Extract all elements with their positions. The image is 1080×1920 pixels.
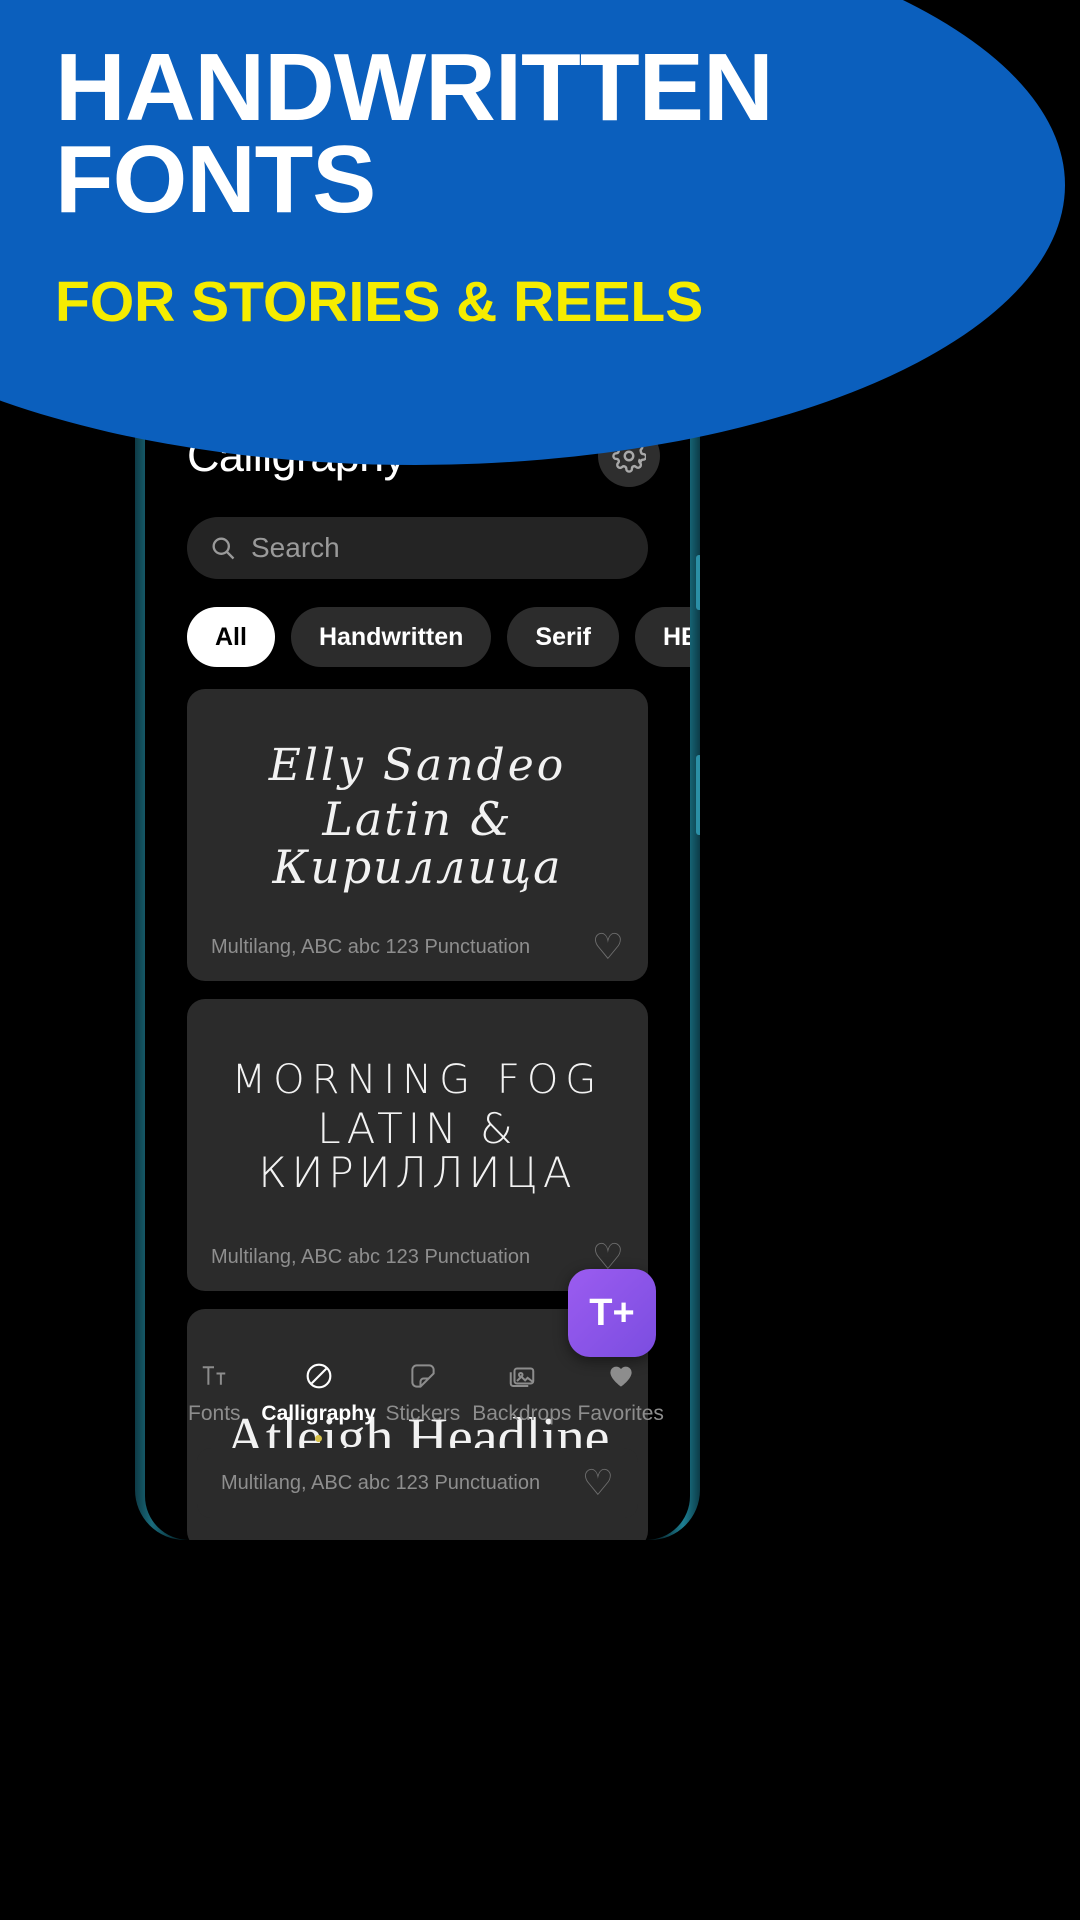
font-preview-line-1: MORNING FOG	[231, 1056, 604, 1103]
filter-chip-all[interactable]: All	[187, 607, 275, 667]
font-card-footer: Multilang, ABC abc 123 Punctuation ♡	[211, 929, 624, 965]
nav-item-backdrops[interactable]: Backdrops	[472, 1357, 571, 1426]
font-preview-line-2: LATIN & КИРИЛЛИЦА	[258, 1103, 577, 1197]
font-card-footer-partial: Multilang, ABC abc 123 Punctuation ♡	[197, 1448, 638, 1518]
nav-item-stickers[interactable]: Stickers	[374, 1357, 473, 1426]
search-icon	[212, 537, 235, 560]
banner-headline-line-1: HANDWRITTEN	[55, 34, 774, 141]
heart-filled-icon	[606, 1357, 636, 1395]
nav-label: Calligraphy	[261, 1402, 376, 1425]
nav-label: Fonts	[188, 1402, 241, 1425]
nav-item-favorites[interactable]: Favorites	[571, 1357, 670, 1426]
search-placeholder: Search	[251, 532, 340, 563]
font-preview-line-2: Latin & Кириллица	[272, 791, 563, 895]
promo-banner: HANDWRITTEN FONTS FOR STORIES & REELS	[0, 0, 1065, 465]
phone-screen: 87% Calligraphy Search	[145, 363, 690, 1540]
search-input[interactable]: Search	[187, 517, 648, 579]
nav-item-calligraphy[interactable]: Calligraphy	[261, 1357, 376, 1442]
phone-side-button-power[interactable]	[696, 755, 700, 835]
banner-subheadline: FOR STORIES & REELS	[55, 270, 704, 335]
phone-frame: 87% Calligraphy Search	[135, 355, 700, 1540]
filter-chip-headline[interactable]: HEADLINE	[635, 607, 690, 667]
images-icon	[507, 1357, 537, 1395]
phone-side-button-volume[interactable]	[696, 555, 700, 610]
favorite-heart-icon[interactable]: ♡	[592, 929, 624, 965]
calligraphy-pen-icon	[303, 1357, 335, 1395]
phone-mockup: 87% Calligraphy Search	[135, 355, 700, 1540]
nav-label: Stickers	[385, 1402, 461, 1425]
banner-headline-line-2: FONTS	[55, 126, 376, 234]
active-indicator-dot	[315, 1435, 323, 1442]
text-format-icon	[199, 1357, 229, 1395]
font-card[interactable]: MORNING FOG LATIN & КИРИЛЛИЦА Multilang,…	[187, 999, 648, 1291]
font-card[interactable]: Elly Sandeo Latin & Кириллица Multilang,…	[187, 689, 648, 981]
nav-item-fonts[interactable]: Fonts	[165, 1357, 264, 1426]
sticker-icon	[408, 1357, 438, 1395]
nav-label: Backdrops	[472, 1402, 572, 1425]
nav-label: Favorites	[577, 1402, 664, 1425]
font-card-caption: Multilang, ABC abc 123 Punctuation	[211, 1245, 531, 1268]
font-preview: MORNING FOG LATIN & КИРИЛЛИЦА	[211, 1033, 624, 1221]
font-card-caption: Multilang, ABC abc 123 Punctuation	[221, 1471, 541, 1494]
promo-banner-content: HANDWRITTEN FONTS FOR STORIES & REELS	[0, 0, 1065, 465]
favorite-heart-icon[interactable]: ♡	[582, 1465, 614, 1501]
bottom-navigation: Fonts Calligraphy Stickers Backdrops Fav…	[155, 1343, 680, 1452]
font-preview-line-1: Elly Sandeo	[268, 739, 567, 791]
filter-chip-serif[interactable]: Serif	[507, 607, 619, 667]
font-card-footer: Multilang, ABC abc 123 Punctuation ♡	[211, 1239, 624, 1275]
font-card-caption: Multilang, ABC abc 123 Punctuation	[211, 935, 531, 958]
filter-chip-handwritten[interactable]: Handwritten	[290, 607, 492, 667]
font-preview: Elly Sandeo Latin & Кириллица	[211, 723, 624, 911]
filter-chip-row[interactable]: All Handwritten Serif HEADLINE	[145, 579, 690, 667]
